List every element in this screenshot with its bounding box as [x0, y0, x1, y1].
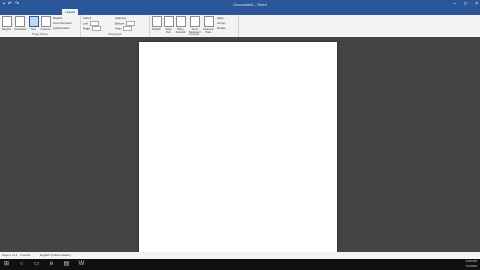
document-page[interactable] [139, 42, 337, 254]
word-count[interactable]: 0 words [20, 252, 31, 259]
taskbar: ⊞ ○ ▭ e ▤ W 9:09 PM 7/7/2016 [0, 259, 480, 270]
columns-icon [40, 16, 51, 27]
edge-icon[interactable]: e [48, 261, 55, 268]
group-page-setup: Margins Orientation Size Columns Breaks … [0, 15, 81, 37]
rotate-button[interactable]: Rotate [217, 26, 226, 30]
system-tray: 9:09 PM 7/7/2016 [465, 259, 477, 269]
wrap-text-icon [163, 16, 174, 27]
window-controls: – □ × [453, 0, 478, 9]
quick-access-toolbar: ▪ ↶ ↷ [3, 1, 19, 8]
hyphenation-button[interactable]: Hyphenation [53, 26, 70, 30]
ribbon: Margins Orientation Size Columns Breaks … [0, 15, 480, 38]
size-button[interactable]: Size [28, 16, 39, 31]
position-icon [151, 16, 162, 27]
page-count[interactable]: Page 1 of 1 [2, 252, 17, 259]
group-button[interactable]: Group [217, 21, 225, 25]
bring-forward-icon [175, 16, 186, 27]
size-icon [28, 16, 39, 27]
word-icon[interactable]: W [78, 261, 85, 268]
redo-icon[interactable]: ↷ [15, 1, 19, 8]
align-button[interactable]: Align [217, 16, 224, 20]
indent-heading: Indent [83, 16, 92, 20]
spacing-after-input[interactable] [123, 26, 133, 31]
clock-date[interactable]: 7/7/2016 [465, 264, 477, 269]
indent-right-row: Right: [83, 26, 101, 31]
selection-pane-icon [203, 16, 214, 27]
indent-right-input[interactable] [91, 26, 101, 31]
spacing-heading: Spacing [115, 16, 126, 20]
columns-button[interactable]: Columns [40, 16, 51, 31]
position-button[interactable]: Position [151, 16, 162, 31]
margins-button[interactable]: Margins [1, 16, 12, 31]
group-paragraph: Indent Left: Right: Spacing Before: Afte… [81, 15, 150, 37]
window-title: Document1 - Word [233, 2, 267, 7]
minimize-icon[interactable]: – [453, 0, 456, 9]
search-icon[interactable]: ○ [18, 261, 25, 268]
close-icon[interactable]: × [475, 0, 478, 9]
title-bar: ▪ ↶ ↷ Document1 - Word – □ × [0, 0, 480, 9]
margins-icon [1, 16, 12, 27]
group-arrange: Position Wrap Text Bring Forward Send Ba… [150, 15, 239, 37]
page-setup-label: Page Setup [32, 32, 48, 36]
line-numbers-button[interactable]: Line Numbers [53, 21, 72, 25]
task-view-icon[interactable]: ▭ [33, 261, 40, 268]
file-explorer-icon[interactable]: ▤ [63, 261, 70, 268]
paragraph-label: Paragraph [107, 32, 122, 36]
arrange-label: Arrange [188, 32, 200, 36]
language-indicator[interactable]: English (United States) [40, 252, 71, 259]
orientation-button[interactable]: Orientation [14, 16, 27, 31]
start-icon[interactable]: ⊞ [3, 261, 10, 268]
save-icon[interactable]: ▪ [3, 1, 5, 8]
maximize-icon[interactable]: □ [464, 0, 467, 9]
status-bar: Page 1 of 1 0 words English (United Stat… [0, 252, 480, 259]
send-backward-icon [189, 16, 200, 27]
orientation-icon [14, 16, 25, 27]
spacing-after-row: After: [115, 26, 133, 31]
breaks-button[interactable]: Breaks [53, 16, 62, 20]
undo-icon[interactable]: ↶ [8, 1, 12, 8]
